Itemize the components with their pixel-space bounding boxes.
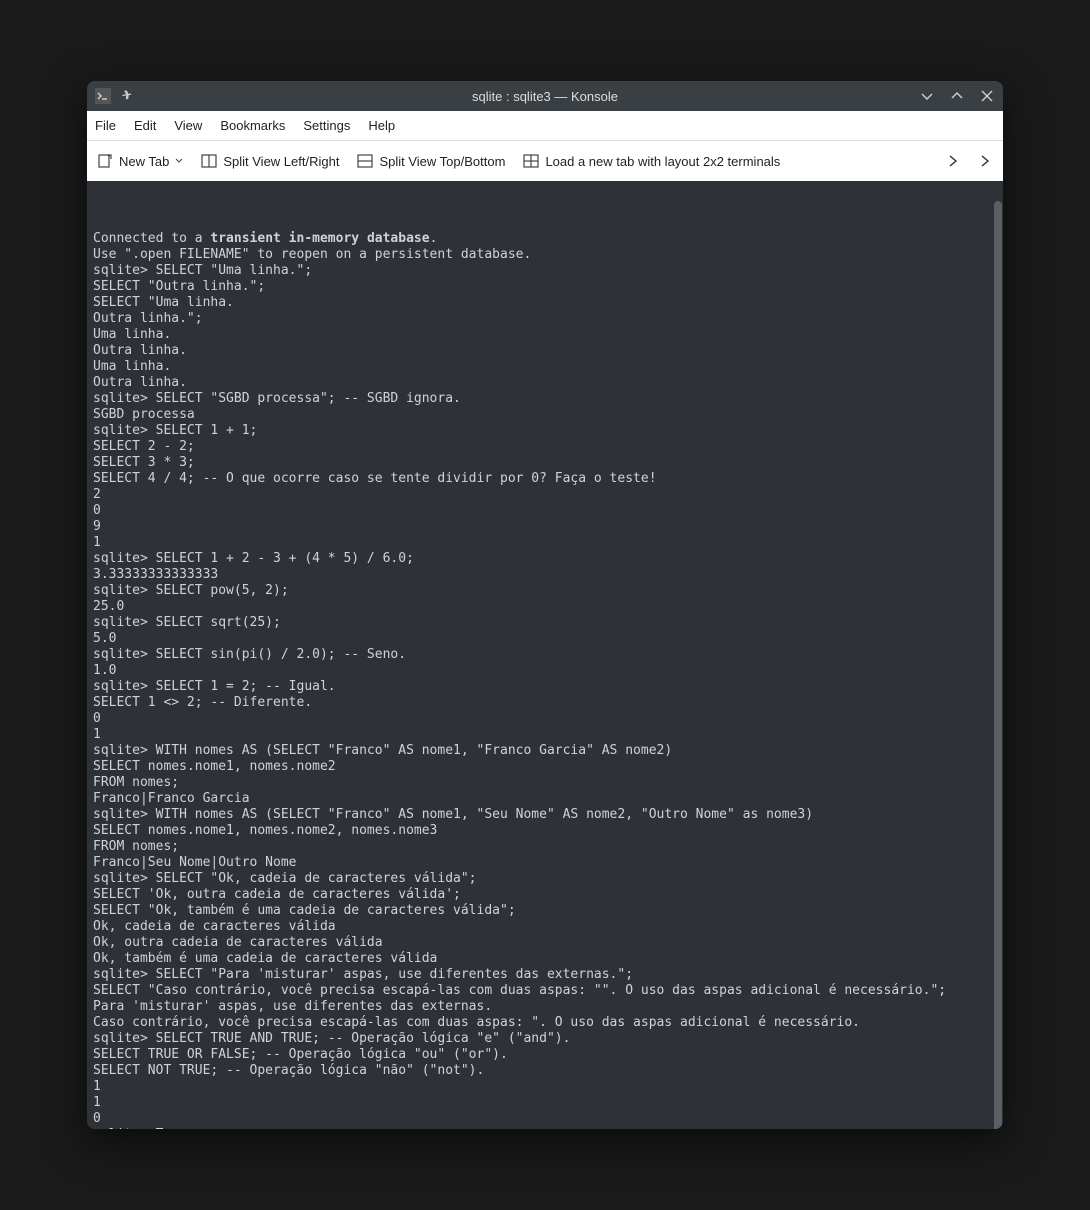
maximize-button[interactable] [949, 88, 965, 104]
split-tb-button[interactable]: Split View Top/Bottom [357, 153, 505, 169]
terminal-line: sqlite> WITH nomes AS (SELECT "Franco" A… [93, 807, 997, 823]
terminal-line: 0 [93, 1111, 997, 1127]
menu-view[interactable]: View [174, 118, 202, 133]
terminal-line: SELECT "Caso contrário, você precisa esc… [93, 983, 997, 999]
terminal-line: Caso contrário, você precisa escapá-las … [93, 1015, 997, 1031]
chevron-down-icon [175, 157, 183, 165]
menu-settings[interactable]: Settings [303, 118, 350, 133]
terminal-line: SELECT 4 / 4; -- O que ocorre caso se te… [93, 471, 997, 487]
terminal-line: 1 [93, 727, 997, 743]
terminal-line: Para 'misturar' aspas, use diferentes da… [93, 999, 997, 1015]
split-lr-button[interactable]: Split View Left/Right [201, 153, 339, 169]
grid-2x2-icon [523, 153, 539, 169]
terminal-line: sqlite> [93, 1127, 997, 1129]
terminal-line: Outra linha."; [93, 311, 997, 327]
terminal-line: SELECT 1 <> 2; -- Diferente. [93, 695, 997, 711]
new-tab-icon [97, 153, 113, 169]
terminal-line: SELECT TRUE OR FALSE; -- Operação lógica… [93, 1047, 997, 1063]
menubar: File Edit View Bookmarks Settings Help [87, 111, 1003, 141]
terminal-line: SELECT NOT TRUE; -- Operação lógica "não… [93, 1063, 997, 1079]
minimize-button[interactable] [919, 88, 935, 104]
close-button[interactable] [979, 88, 995, 104]
terminal-viewport[interactable]: Connected to a transient in-memory datab… [87, 181, 1003, 1129]
terminal-line: SELECT 3 * 3; [93, 455, 997, 471]
split-lr-icon [201, 153, 217, 169]
terminal-line: 3.33333333333333 [93, 567, 997, 583]
terminal-line: 9 [93, 519, 997, 535]
terminal-line: 2 [93, 487, 997, 503]
terminal-line: 5.0 [93, 631, 997, 647]
terminal-line: sqlite> SELECT 1 + 1; [93, 423, 997, 439]
terminal-line: sqlite> SELECT "SGBD processa"; -- SGBD … [93, 391, 997, 407]
terminal-line: 0 [93, 711, 997, 727]
terminal-line: Ok, cadeia de caracteres válida [93, 919, 997, 935]
menu-bookmarks[interactable]: Bookmarks [220, 118, 285, 133]
terminal-cursor [156, 1128, 163, 1129]
load-layout-button[interactable]: Load a new tab with layout 2x2 terminals [523, 153, 780, 169]
terminal-line: SELECT nomes.nome1, nomes.nome2 [93, 759, 997, 775]
terminal-line: sqlite> WITH nomes AS (SELECT "Franco" A… [93, 743, 997, 759]
terminal-line: sqlite> SELECT "Ok, cadeia de caracteres… [93, 871, 997, 887]
terminal-line: sqlite> SELECT sqrt(25); [93, 615, 997, 631]
toolbar: New Tab Split View Left/Right Split View… [87, 141, 1003, 181]
terminal-prompt-icon [95, 88, 111, 104]
menu-help[interactable]: Help [368, 118, 395, 133]
terminal-line: 1 [93, 1079, 997, 1095]
scrollbar[interactable] [994, 201, 1002, 1129]
app-window: sqlite : sqlite3 — Konsole File Edit Vie… [87, 81, 1003, 1129]
terminal-line: Ok, outra cadeia de caracteres válida [93, 935, 997, 951]
terminal-line: Outra linha. [93, 343, 997, 359]
split-lr-label: Split View Left/Right [223, 154, 339, 169]
terminal-line: 1.0 [93, 663, 997, 679]
terminal-line: 25.0 [93, 599, 997, 615]
terminal-line: Franco|Seu Nome|Outro Nome [93, 855, 997, 871]
terminal-line: SELECT 2 - 2; [93, 439, 997, 455]
terminal-line: SGBD processa [93, 407, 997, 423]
nav-back-icon[interactable] [945, 153, 961, 169]
terminal-line: sqlite> SELECT "Para 'misturar' aspas, u… [93, 967, 997, 983]
menu-file[interactable]: File [95, 118, 116, 133]
terminal-line: Franco|Franco Garcia [93, 791, 997, 807]
window-title: sqlite : sqlite3 — Konsole [472, 89, 618, 104]
terminal-line: sqlite> SELECT pow(5, 2); [93, 583, 997, 599]
load-layout-label: Load a new tab with layout 2x2 terminals [545, 154, 780, 169]
terminal-line: SELECT 'Ok, outra cadeia de caracteres v… [93, 887, 997, 903]
split-tb-icon [357, 153, 373, 169]
terminal-line: SELECT "Outra linha."; [93, 279, 997, 295]
new-tab-label: New Tab [119, 154, 169, 169]
new-tab-button[interactable]: New Tab [97, 153, 183, 169]
terminal-line: SELECT "Uma linha. [93, 295, 997, 311]
terminal-line: sqlite> SELECT "Uma linha."; [93, 263, 997, 279]
titlebar[interactable]: sqlite : sqlite3 — Konsole [87, 81, 1003, 111]
terminal-line: Connected to a transient in-memory datab… [93, 231, 997, 247]
split-tb-label: Split View Top/Bottom [379, 154, 505, 169]
menu-edit[interactable]: Edit [134, 118, 156, 133]
terminal-line: sqlite> SELECT sin(pi() / 2.0); -- Seno. [93, 647, 997, 663]
terminal-line: Outra linha. [93, 375, 997, 391]
nav-forward-icon[interactable] [977, 153, 993, 169]
terminal-line: SELECT "Ok, também é uma cadeia de carac… [93, 903, 997, 919]
terminal-line: Use ".open FILENAME" to reopen on a pers… [93, 247, 997, 263]
terminal-line: FROM nomes; [93, 775, 997, 791]
pin-icon[interactable] [119, 88, 135, 104]
terminal-line: SELECT nomes.nome1, nomes.nome2, nomes.n… [93, 823, 997, 839]
terminal-line: sqlite> SELECT 1 + 2 - 3 + (4 * 5) / 6.0… [93, 551, 997, 567]
terminal-line: 1 [93, 535, 997, 551]
terminal-line: Ok, também é uma cadeia de caracteres vá… [93, 951, 997, 967]
terminal-line: 0 [93, 503, 997, 519]
terminal-line: sqlite> SELECT 1 = 2; -- Igual. [93, 679, 997, 695]
terminal-line: 1 [93, 1095, 997, 1111]
terminal-line: sqlite> SELECT TRUE AND TRUE; -- Operaçã… [93, 1031, 997, 1047]
terminal-line: FROM nomes; [93, 839, 997, 855]
terminal-line: Uma linha. [93, 359, 997, 375]
terminal-line: Uma linha. [93, 327, 997, 343]
